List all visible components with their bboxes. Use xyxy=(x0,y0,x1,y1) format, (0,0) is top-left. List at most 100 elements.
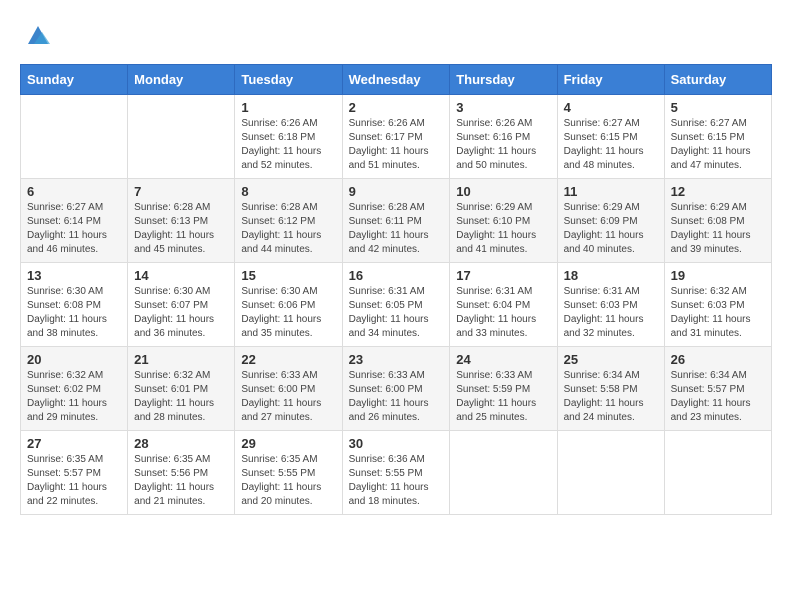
day-info: Sunrise: 6:32 AM Sunset: 6:02 PM Dayligh… xyxy=(27,369,121,425)
day-number: 28 xyxy=(134,436,228,451)
day-number: 9 xyxy=(349,184,444,199)
calendar-cell: 12 Sunrise: 6:29 AM Sunset: 6:08 PM Dayli… xyxy=(664,179,771,263)
day-number: 6 xyxy=(27,184,121,199)
calendar-cell: 28 Sunrise: 6:35 AM Sunset: 5:56 PM Dayli… xyxy=(128,431,235,515)
day-info: Sunrise: 6:26 AM Sunset: 6:18 PM Dayligh… xyxy=(241,117,335,173)
day-number: 22 xyxy=(241,352,335,367)
day-number: 19 xyxy=(671,268,765,283)
day-info: Sunrise: 6:26 AM Sunset: 6:17 PM Dayligh… xyxy=(349,117,444,173)
calendar-cell: 24 Sunrise: 6:33 AM Sunset: 5:59 PM Dayli… xyxy=(450,347,557,431)
day-number: 11 xyxy=(564,184,658,199)
calendar-header-friday: Friday xyxy=(557,65,664,95)
calendar-cell: 27 Sunrise: 6:35 AM Sunset: 5:57 PM Dayli… xyxy=(21,431,128,515)
day-info: Sunrise: 6:27 AM Sunset: 6:14 PM Dayligh… xyxy=(27,201,121,257)
calendar-cell: 23 Sunrise: 6:33 AM Sunset: 6:00 PM Dayli… xyxy=(342,347,450,431)
day-info: Sunrise: 6:32 AM Sunset: 6:03 PM Dayligh… xyxy=(671,285,765,341)
day-number: 12 xyxy=(671,184,765,199)
calendar-cell: 19 Sunrise: 6:32 AM Sunset: 6:03 PM Dayli… xyxy=(664,263,771,347)
day-number: 17 xyxy=(456,268,550,283)
day-info: Sunrise: 6:35 AM Sunset: 5:56 PM Dayligh… xyxy=(134,453,228,509)
day-info: Sunrise: 6:31 AM Sunset: 6:04 PM Dayligh… xyxy=(456,285,550,341)
calendar-header-wednesday: Wednesday xyxy=(342,65,450,95)
day-info: Sunrise: 6:30 AM Sunset: 6:06 PM Dayligh… xyxy=(241,285,335,341)
calendar-cell xyxy=(128,95,235,179)
day-info: Sunrise: 6:33 AM Sunset: 5:59 PM Dayligh… xyxy=(456,369,550,425)
calendar-cell: 5 Sunrise: 6:27 AM Sunset: 6:15 PM Daylig… xyxy=(664,95,771,179)
day-info: Sunrise: 6:27 AM Sunset: 6:15 PM Dayligh… xyxy=(671,117,765,173)
day-number: 4 xyxy=(564,100,658,115)
calendar-cell: 2 Sunrise: 6:26 AM Sunset: 6:17 PM Daylig… xyxy=(342,95,450,179)
calendar-header-thursday: Thursday xyxy=(450,65,557,95)
day-number: 2 xyxy=(349,100,444,115)
calendar-cell: 20 Sunrise: 6:32 AM Sunset: 6:02 PM Dayli… xyxy=(21,347,128,431)
day-info: Sunrise: 6:31 AM Sunset: 6:03 PM Dayligh… xyxy=(564,285,658,341)
calendar-table: SundayMondayTuesdayWednesdayThursdayFrid… xyxy=(20,64,772,515)
day-info: Sunrise: 6:28 AM Sunset: 6:12 PM Dayligh… xyxy=(241,201,335,257)
calendar-cell: 30 Sunrise: 6:36 AM Sunset: 5:55 PM Dayli… xyxy=(342,431,450,515)
calendar-header-sunday: Sunday xyxy=(21,65,128,95)
calendar-header-row: SundayMondayTuesdayWednesdayThursdayFrid… xyxy=(21,65,772,95)
day-info: Sunrise: 6:27 AM Sunset: 6:15 PM Dayligh… xyxy=(564,117,658,173)
day-number: 26 xyxy=(671,352,765,367)
day-info: Sunrise: 6:29 AM Sunset: 6:10 PM Dayligh… xyxy=(456,201,550,257)
day-info: Sunrise: 6:30 AM Sunset: 6:08 PM Dayligh… xyxy=(27,285,121,341)
day-number: 14 xyxy=(134,268,228,283)
calendar-cell: 10 Sunrise: 6:29 AM Sunset: 6:10 PM Dayli… xyxy=(450,179,557,263)
day-info: Sunrise: 6:29 AM Sunset: 6:09 PM Dayligh… xyxy=(564,201,658,257)
calendar-cell: 16Sunrise: 6:31 AM Sunset: 6:05 PM Dayli… xyxy=(342,263,450,347)
day-info: Sunrise: 6:28 AM Sunset: 6:11 PM Dayligh… xyxy=(349,201,444,257)
calendar-cell: 1 Sunrise: 6:26 AM Sunset: 6:18 PM Daylig… xyxy=(235,95,342,179)
calendar-cell: 17 Sunrise: 6:31 AM Sunset: 6:04 PM Dayli… xyxy=(450,263,557,347)
day-number: 1 xyxy=(241,100,335,115)
calendar-cell: 15 Sunrise: 6:30 AM Sunset: 6:06 PM Dayli… xyxy=(235,263,342,347)
calendar-cell xyxy=(557,431,664,515)
day-number: 3 xyxy=(456,100,550,115)
day-info: Sunrise: 6:28 AM Sunset: 6:13 PM Dayligh… xyxy=(134,201,228,257)
calendar-cell: 21Sunrise: 6:32 AM Sunset: 6:01 PM Dayli… xyxy=(128,347,235,431)
calendar-cell: 26 Sunrise: 6:34 AM Sunset: 5:57 PM Dayli… xyxy=(664,347,771,431)
day-info: Sunrise: 6:34 AM Sunset: 5:57 PM Dayligh… xyxy=(671,369,765,425)
day-number: 15 xyxy=(241,268,335,283)
logo-icon xyxy=(24,20,52,48)
calendar-cell xyxy=(21,95,128,179)
day-number: 5 xyxy=(671,100,765,115)
day-number: 13 xyxy=(27,268,121,283)
page-header xyxy=(20,20,772,48)
day-number: 30 xyxy=(349,436,444,451)
day-info: Sunrise: 6:35 AM Sunset: 5:57 PM Dayligh… xyxy=(27,453,121,509)
calendar-cell: 4 Sunrise: 6:27 AM Sunset: 6:15 PM Daylig… xyxy=(557,95,664,179)
day-number: 20 xyxy=(27,352,121,367)
calendar-cell xyxy=(664,431,771,515)
calendar-cell: 14Sunrise: 6:30 AM Sunset: 6:07 PM Dayli… xyxy=(128,263,235,347)
day-number: 23 xyxy=(349,352,444,367)
day-number: 10 xyxy=(456,184,550,199)
calendar-cell: 9 Sunrise: 6:28 AM Sunset: 6:11 PM Daylig… xyxy=(342,179,450,263)
day-number: 29 xyxy=(241,436,335,451)
calendar-cell: 11 Sunrise: 6:29 AM Sunset: 6:09 PM Dayli… xyxy=(557,179,664,263)
calendar-header-saturday: Saturday xyxy=(664,65,771,95)
day-info: Sunrise: 6:29 AM Sunset: 6:08 PM Dayligh… xyxy=(671,201,765,257)
calendar-cell xyxy=(450,431,557,515)
calendar-cell: 3Sunrise: 6:26 AM Sunset: 6:16 PM Daylig… xyxy=(450,95,557,179)
calendar-week-row: 13 Sunrise: 6:30 AM Sunset: 6:08 PM Dayli… xyxy=(21,263,772,347)
logo xyxy=(20,20,52,48)
calendar-header-tuesday: Tuesday xyxy=(235,65,342,95)
day-info: Sunrise: 6:33 AM Sunset: 6:00 PM Dayligh… xyxy=(349,369,444,425)
day-info: Sunrise: 6:32 AM Sunset: 6:01 PM Dayligh… xyxy=(134,369,228,425)
calendar-cell: 22Sunrise: 6:33 AM Sunset: 6:00 PM Dayli… xyxy=(235,347,342,431)
calendar-cell: 29Sunrise: 6:35 AM Sunset: 5:55 PM Dayli… xyxy=(235,431,342,515)
calendar-cell: 25Sunrise: 6:34 AM Sunset: 5:58 PM Dayli… xyxy=(557,347,664,431)
calendar-cell: 7 Sunrise: 6:28 AM Sunset: 6:13 PM Daylig… xyxy=(128,179,235,263)
day-number: 7 xyxy=(134,184,228,199)
calendar-header-monday: Monday xyxy=(128,65,235,95)
day-number: 24 xyxy=(456,352,550,367)
calendar-cell: 13 Sunrise: 6:30 AM Sunset: 6:08 PM Dayli… xyxy=(21,263,128,347)
calendar-week-row: 1 Sunrise: 6:26 AM Sunset: 6:18 PM Daylig… xyxy=(21,95,772,179)
day-number: 25 xyxy=(564,352,658,367)
calendar-week-row: 6 Sunrise: 6:27 AM Sunset: 6:14 PM Daylig… xyxy=(21,179,772,263)
day-number: 27 xyxy=(27,436,121,451)
day-number: 8 xyxy=(241,184,335,199)
calendar-cell: 18Sunrise: 6:31 AM Sunset: 6:03 PM Dayli… xyxy=(557,263,664,347)
day-number: 16 xyxy=(349,268,444,283)
day-info: Sunrise: 6:36 AM Sunset: 5:55 PM Dayligh… xyxy=(349,453,444,509)
